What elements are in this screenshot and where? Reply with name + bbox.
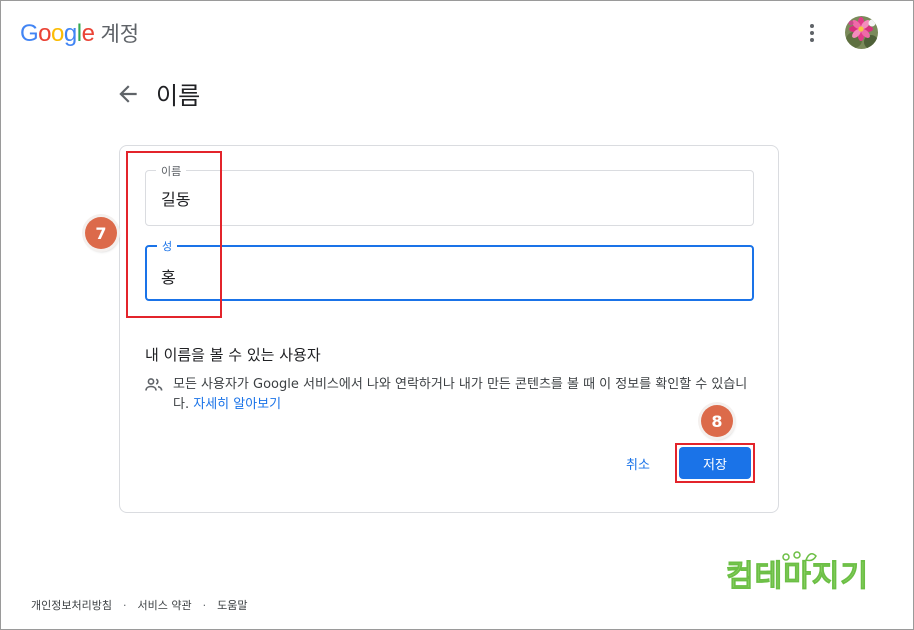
logo-letter: o <box>38 20 52 47</box>
arrow-back-icon[interactable] <box>115 81 141 107</box>
watermark-text: 컴테마지기 <box>726 559 869 592</box>
visibility-title: 내 이름을 볼 수 있는 사용자 <box>145 346 321 364</box>
google-account-logo[interactable]: Google 계정 <box>20 18 139 48</box>
learn-more-link[interactable]: 자세히 알아보기 <box>193 397 281 412</box>
footer-link-privacy[interactable]: 개인정보처리방침 <box>31 597 112 613</box>
first-name-input[interactable] <box>161 188 721 207</box>
google-logo-wordmark: Google <box>20 20 95 48</box>
footer-separator: · <box>122 598 127 612</box>
people-icon <box>145 377 163 391</box>
step-badge-8: 8 <box>701 405 733 437</box>
watermark-logo: 컴테마지기 <box>726 548 888 594</box>
highlight-save-button <box>675 443 755 483</box>
profile-avatar-icon[interactable] <box>845 16 878 49</box>
last-name-input[interactable] <box>161 266 721 285</box>
cancel-button[interactable]: 취소 <box>612 449 664 477</box>
last-name-field[interactable]: 성 <box>145 238 754 301</box>
step-badge-7: 7 <box>85 217 117 249</box>
footer-separator: · <box>202 598 207 612</box>
page-title: 이름 <box>156 82 201 110</box>
more-vert-icon[interactable] <box>800 20 824 46</box>
logo-letter: G <box>20 20 39 47</box>
logo-letter: g <box>63 20 77 47</box>
highlight-name-fields <box>126 151 222 318</box>
footer-link-help[interactable]: 도움말 <box>217 597 247 613</box>
footer-links: 개인정보처리방침 · 서비스 약관 · 도움말 <box>31 597 247 613</box>
logo-letter: e <box>81 20 95 47</box>
first-name-field[interactable]: 이름 <box>145 163 754 226</box>
logo-suffix: 계정 <box>100 22 140 46</box>
visibility-description: 모든 사용자가 Google 서비스에서 나와 연락하거나 내가 만든 콘텐츠를… <box>173 375 763 415</box>
logo-letter: o <box>51 20 64 47</box>
footer-link-terms[interactable]: 서비스 약관 <box>137 597 191 613</box>
